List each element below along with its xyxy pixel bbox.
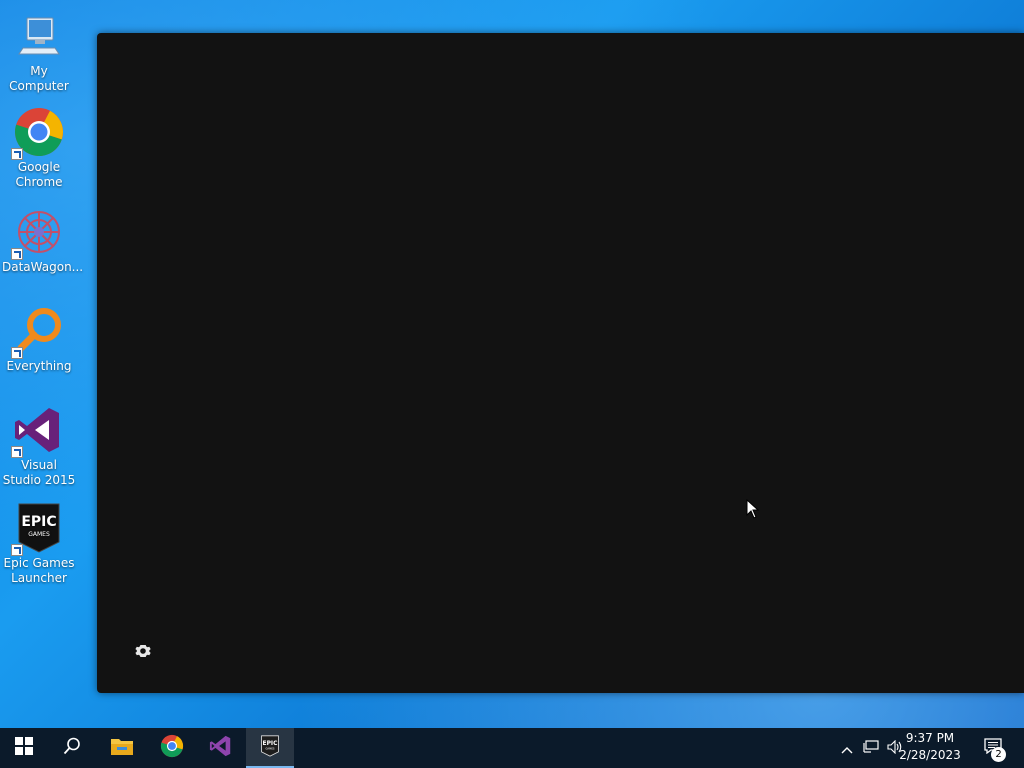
search-button[interactable]	[48, 728, 96, 768]
search-icon	[63, 737, 81, 759]
visual-studio-icon	[209, 734, 233, 762]
clock-date: 2/28/2023	[899, 748, 961, 762]
desktop-icon-epic-games[interactable]: EPIC GAMES Epic Games Launcher	[0, 496, 78, 586]
svg-text:EPIC: EPIC	[21, 514, 56, 530]
shortcut-arrow-icon	[11, 544, 23, 556]
shortcut-arrow-icon	[11, 347, 23, 359]
epic-games-taskbar-button[interactable]: EPIC GAMES	[246, 728, 294, 768]
everything-search-icon	[11, 305, 65, 359]
visual-studio-taskbar-button[interactable]	[197, 728, 245, 768]
desktop-icon-label: DataWagon...	[2, 260, 84, 274]
start-button[interactable]	[0, 728, 48, 768]
svg-text:EPIC: EPIC	[263, 741, 278, 747]
visual-studio-icon	[11, 404, 65, 458]
taskbar: EPIC GAMES 9:37 PM 2/28/2023	[0, 728, 1024, 768]
gear-icon[interactable]	[135, 643, 151, 659]
network-icon	[863, 739, 879, 758]
file-explorer-icon	[110, 736, 134, 760]
shortcut-arrow-icon	[11, 248, 23, 260]
svg-text:GAMES: GAMES	[265, 746, 274, 750]
desktop-icon-label: Visual Studio 2015	[2, 458, 76, 487]
windows-start-icon	[15, 737, 33, 759]
computer-icon	[13, 10, 65, 62]
shortcut-arrow-icon	[11, 446, 23, 458]
mouse-cursor-icon	[746, 498, 760, 519]
chrome-icon	[160, 734, 184, 762]
network-button[interactable]	[860, 728, 882, 768]
shortcut-arrow-icon	[11, 148, 23, 160]
desktop-icon-label: Google Chrome	[15, 160, 63, 189]
desktop-icon-everything[interactable]: Everything	[0, 299, 78, 374]
epic-games-launcher-window[interactable]	[97, 33, 1024, 693]
epic-games-icon: EPIC GAMES	[11, 502, 65, 556]
clock-time: 9:37 PM	[905, 731, 955, 745]
chevron-up-icon	[841, 739, 853, 758]
epic-games-icon: EPIC GAMES	[259, 734, 281, 762]
notification-count-badge: 2	[991, 747, 1006, 762]
datawagon-icon	[11, 206, 65, 260]
desktop-icon-datawagon[interactable]: DataWagon...	[0, 200, 84, 275]
desktop-icon-my-computer[interactable]: My Computer	[0, 4, 78, 94]
desktop-icon-google-chrome[interactable]: Google Chrome	[0, 100, 78, 190]
desktop-icon-visual-studio[interactable]: Visual Studio 2015	[0, 398, 78, 488]
chrome-icon	[11, 106, 65, 160]
file-explorer-button[interactable]	[98, 728, 146, 768]
chrome-taskbar-button[interactable]	[148, 728, 196, 768]
svg-text:GAMES: GAMES	[28, 531, 50, 538]
show-hidden-icons-button[interactable]	[836, 728, 858, 768]
desktop-icon-label: Everything	[6, 359, 72, 373]
desktop-icon-label: My Computer	[9, 64, 69, 93]
clock[interactable]: 9:37 PM 2/28/2023	[894, 730, 966, 766]
desktop-icon-label: Epic Games Launcher	[3, 556, 75, 585]
